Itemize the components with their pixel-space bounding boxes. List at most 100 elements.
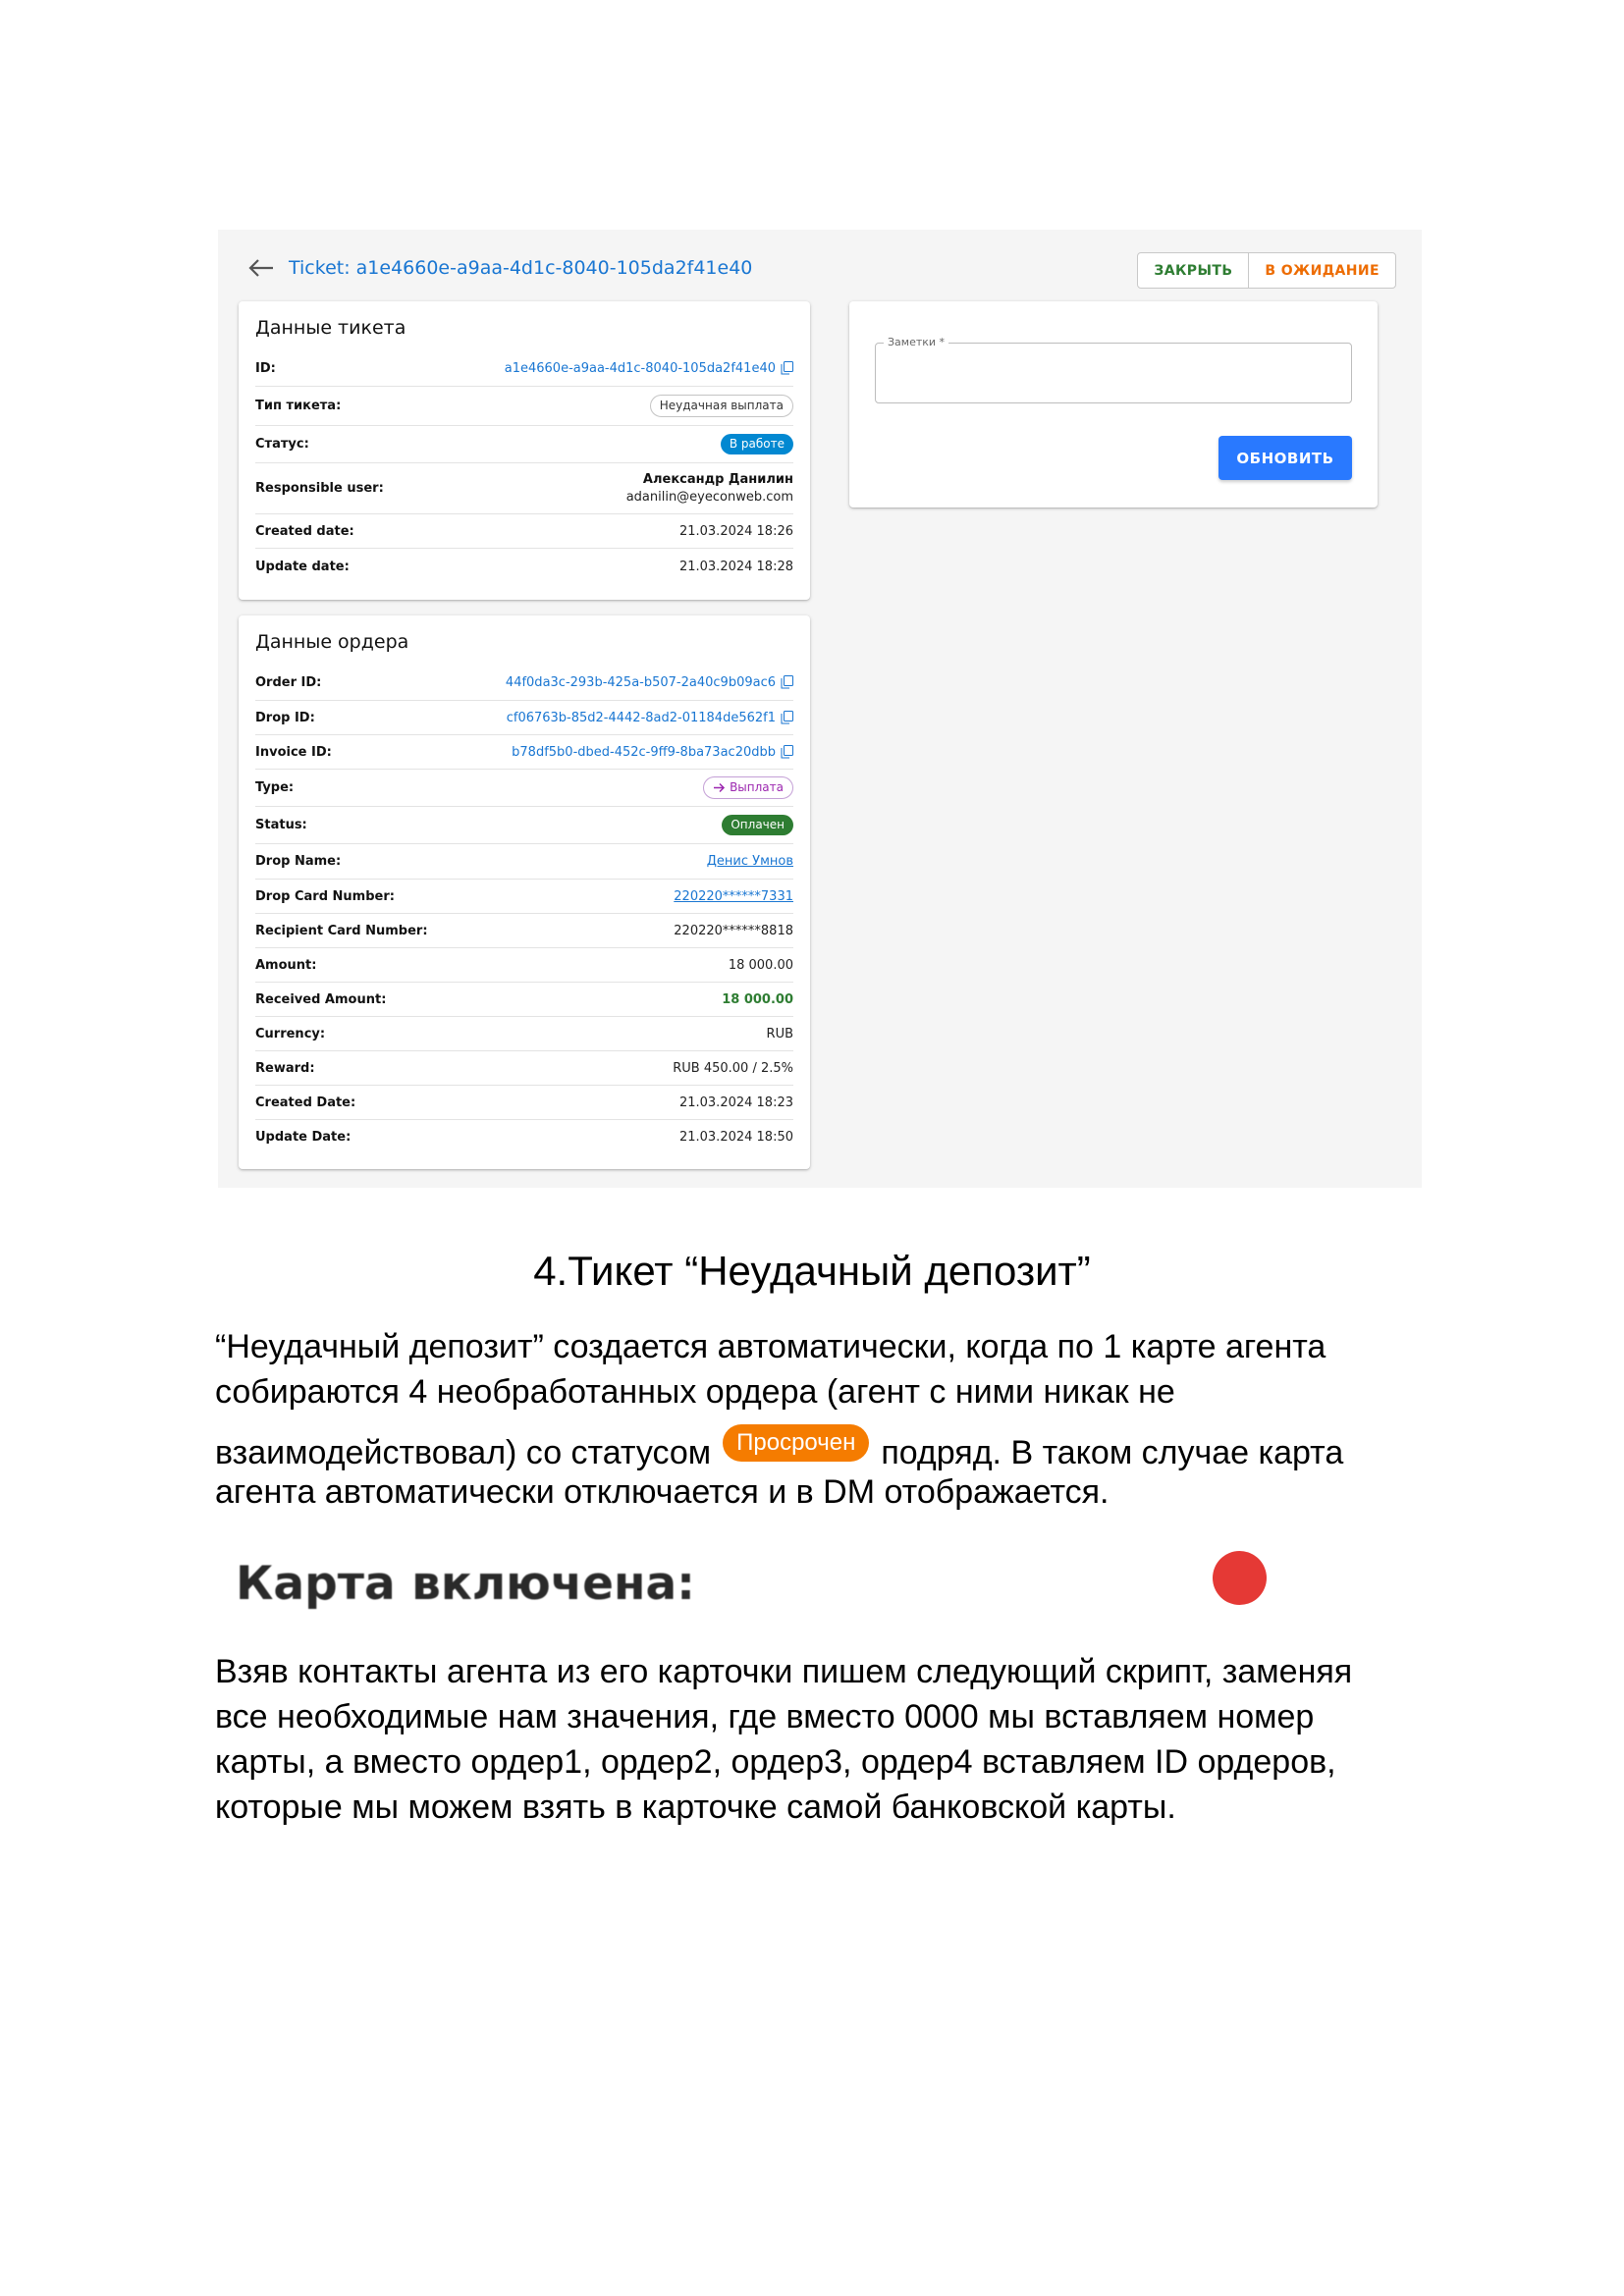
row-key: Drop ID:: [255, 710, 315, 725]
close-ticket-button[interactable]: ЗАКРЫТЬ: [1138, 253, 1250, 288]
ticket-header: Ticket: a1e4660e-a9aa-4d1c-8040-105da2f4…: [247, 257, 752, 279]
order-row-reward: Reward: RUB 450.00 / 2.5%: [255, 1051, 793, 1086]
row-key: Drop Card Number:: [255, 888, 395, 904]
order-type-label: Выплата: [730, 780, 784, 794]
ticket-screenshot: Ticket: a1e4660e-a9aa-4d1c-8040-105da2f4…: [218, 230, 1422, 1188]
order-row-drop-id: Drop ID: cf06763b-85d2-4442-8ad2-01184de…: [255, 701, 793, 735]
invoice-id-link[interactable]: b78df5b0-dbed-452c-9ff9-8ba73ac20dbb: [512, 745, 776, 760]
ticket-row-updated: Update date: 21.03.2024 18:28: [255, 549, 793, 584]
order-row-drop-card: Drop Card Number: 220220******7331: [255, 880, 793, 914]
row-key: Created date:: [255, 523, 354, 539]
row-key: Received Amount:: [255, 991, 387, 1007]
row-key: Currency:: [255, 1026, 326, 1041]
ticket-type-chip: Неудачная выплата: [649, 395, 793, 417]
copy-icon[interactable]: [781, 675, 793, 689]
row-value: 44f0da3c-293b-425a-b507-2a40c9b09ac6: [506, 675, 793, 690]
row-key: Invoice ID:: [255, 744, 332, 760]
row-value: RUB 450.00 / 2.5%: [673, 1060, 793, 1076]
row-key: Amount:: [255, 957, 317, 973]
order-row-currency: Currency: RUB: [255, 1017, 793, 1051]
paragraph-line: все необходимые нам значения, где вместо…: [215, 1698, 1315, 1735]
card-enabled-label: Карта включена:: [236, 1557, 695, 1611]
ticket-status-chip: В работе: [720, 434, 793, 454]
row-key: Update Date:: [255, 1130, 352, 1145]
ticket-row-id: ID: a1e4660e-a9aa-4d1c-8040-105da2f41e40: [255, 350, 793, 387]
back-arrow-icon[interactable]: [247, 257, 275, 279]
row-value: cf06763b-85d2-4442-8ad2-01184de562f1: [507, 711, 793, 725]
row-value: Оплачен: [722, 815, 793, 835]
waiting-button[interactable]: В ОЖИДАНИЕ: [1249, 253, 1395, 288]
ticket-row-type: Тип тикета: Неудачная выплата: [255, 387, 793, 426]
ticket-row-status: Статус: В работе: [255, 426, 793, 463]
paragraph-1-line-4: агента автоматически отключается и в DM …: [215, 1473, 1110, 1511]
overdue-status-badge: Просрочен: [723, 1424, 870, 1462]
row-value: 21.03.2024 18:50: [678, 1130, 793, 1145]
paragraph-line: карты, а вместо ордер1, ордер2, ордер3, …: [215, 1743, 1336, 1781]
update-button[interactable]: ОБНОВИТЬ: [1218, 436, 1352, 480]
row-key: Created Date:: [255, 1095, 356, 1110]
order-row-drop-name: Drop Name: Денис Умнов: [255, 844, 793, 880]
paragraph-line: собираются 4 необработанных ордера (аген…: [215, 1373, 1175, 1411]
paragraph-line: Взяв контакты агента из его карточки пиш…: [215, 1653, 1353, 1690]
order-card-title: Данные ордера: [255, 631, 409, 653]
order-id-link[interactable]: 44f0da3c-293b-425a-b507-2a40c9b09ac6: [506, 675, 776, 690]
row-key: Order ID:: [255, 674, 322, 690]
order-row-status: Status: Оплачен: [255, 807, 793, 844]
row-value: 21.03.2024 18:28: [678, 559, 793, 574]
ticket-data-card: Данные тикета ID: a1e4660e-a9aa-4d1c-804…: [239, 301, 810, 600]
order-row-recipient-card: Recipient Card Number: 220220******8818: [255, 914, 793, 948]
order-data-card: Данные ордера Order ID: 44f0da3c-293b-42…: [239, 615, 810, 1169]
order-row-created: Created Date: 21.03.2024 18:23: [255, 1086, 793, 1120]
row-key: Тип тикета:: [255, 399, 342, 413]
responsible-email: adanilin@eyeconweb.com: [625, 490, 793, 505]
row-value: 220220******8818: [674, 923, 793, 938]
notes-label: Заметки *: [884, 336, 949, 348]
ticket-row-created: Created date: 21.03.2024 18:26: [255, 514, 793, 549]
row-key: Recipient Card Number:: [255, 923, 428, 938]
paragraph-line: которые мы можем взять в карточке самой …: [215, 1789, 1176, 1826]
order-row-type: Type: Выплата: [255, 770, 793, 807]
paragraph-line: “Неудачный депозит” создается автоматиче…: [215, 1328, 1326, 1365]
row-value: 21.03.2024 18:26: [678, 523, 793, 539]
status-button-group: ЗАКРЫТЬ В ОЖИДАНИЕ: [1137, 252, 1396, 289]
row-key: Type:: [255, 780, 295, 795]
row-value: В работе: [720, 434, 793, 454]
drop-id-link[interactable]: cf06763b-85d2-4442-8ad2-01184de562f1: [507, 711, 776, 725]
order-row-updated: Update Date: 21.03.2024 18:50: [255, 1120, 793, 1154]
row-key: Reward:: [255, 1060, 315, 1076]
row-value: Выплата: [703, 776, 793, 799]
row-value: b78df5b0-dbed-452c-9ff9-8ba73ac20dbb: [512, 745, 793, 760]
paragraph-text: подряд. В таком случае карта: [881, 1434, 1344, 1471]
order-row-order-id: Order ID: 44f0da3c-293b-425a-b507-2a40c9…: [255, 665, 793, 701]
row-key: ID:: [255, 360, 276, 376]
notes-input[interactable]: Заметки *: [875, 336, 1352, 403]
drop-card-link[interactable]: 220220******7331: [674, 889, 793, 904]
drop-name-link[interactable]: Денис Умнов: [707, 854, 793, 869]
responsible-name: Александр Данилин: [642, 472, 793, 487]
order-status-chip: Оплачен: [722, 815, 793, 835]
ticket-id-link[interactable]: a1e4660e-a9aa-4d1c-8040-105da2f41e40: [505, 361, 776, 376]
row-value: Александр Данилин adanilin@eyeconweb.com: [626, 472, 793, 505]
order-type-chip: Выплата: [703, 776, 793, 799]
ticket-row-responsible: Responsible user: Александр Данилин adan…: [255, 463, 793, 514]
row-key: Responsible user:: [255, 481, 384, 496]
row-value: 18 000.00: [722, 991, 793, 1007]
ticket-title: Ticket: a1e4660e-a9aa-4d1c-8040-105da2f4…: [289, 257, 753, 279]
paragraph-1-line-3: взаимодействовал) со статусом Просрочен по…: [215, 1424, 1423, 1475]
copy-icon[interactable]: [781, 361, 793, 375]
paragraph-text: взаимодействовал) со статусом: [215, 1434, 712, 1471]
row-value: a1e4660e-a9aa-4d1c-8040-105da2f41e40: [505, 361, 793, 376]
row-key: Status:: [255, 818, 307, 832]
paragraph-2: Взяв контакты агента из его карточки пиш…: [215, 1649, 1423, 1830]
order-row-received-amount: Received Amount: 18 000.00: [255, 983, 793, 1017]
section-heading: 4.Тикет “Неудачный депозит”: [533, 1248, 1091, 1294]
ticket-card-title: Данные тикета: [255, 317, 406, 339]
card-status-dot: [1213, 1551, 1267, 1605]
row-value: 21.03.2024 18:23: [678, 1095, 793, 1110]
notes-card: Заметки * ОБНОВИТЬ: [849, 301, 1378, 507]
order-row-invoice-id: Invoice ID: b78df5b0-dbed-452c-9ff9-8ba7…: [255, 735, 793, 770]
row-value: RUB: [766, 1026, 793, 1041]
copy-icon[interactable]: [781, 711, 793, 724]
order-row-amount: Amount: 18 000.00: [255, 948, 793, 983]
copy-icon[interactable]: [781, 745, 793, 759]
